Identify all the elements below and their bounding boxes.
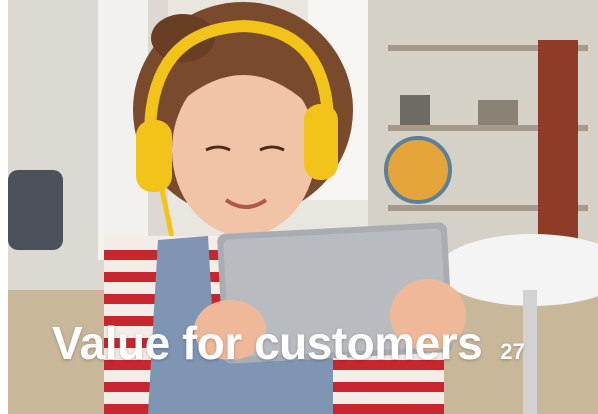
- slide-frame: Value for customers 27: [0, 0, 598, 414]
- page-number: 27: [500, 339, 525, 364]
- title-row: Value for customers 27: [52, 316, 525, 370]
- slide-title: Value for customers: [52, 317, 483, 369]
